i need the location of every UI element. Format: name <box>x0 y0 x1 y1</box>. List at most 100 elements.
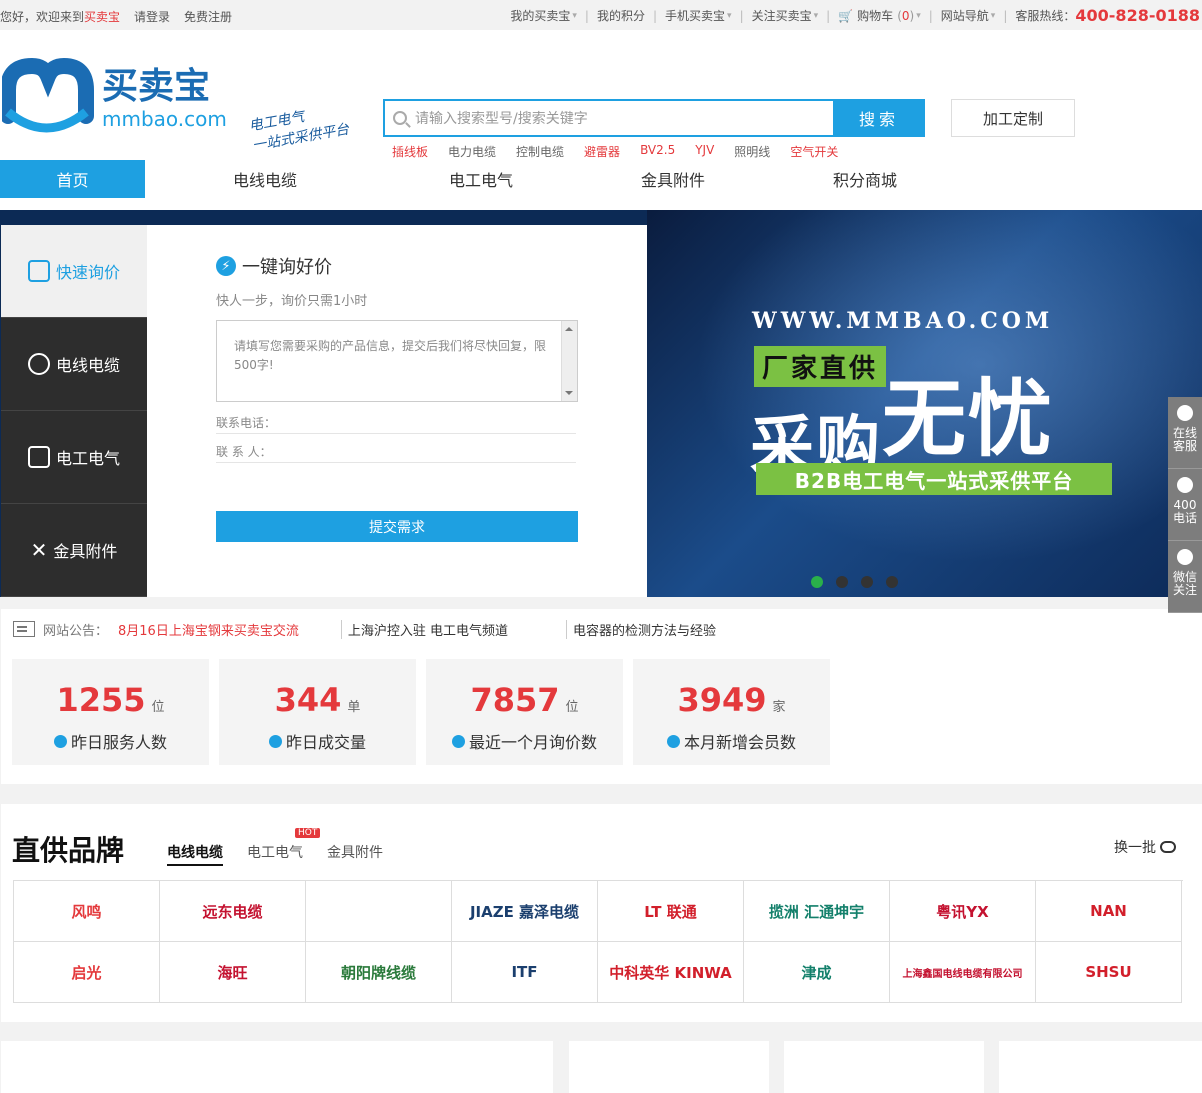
tab-wire-cable[interactable]: 电线电缆 <box>1 318 147 411</box>
brand-logo[interactable]: 风鸣 <box>14 881 160 942</box>
stats-panel: 网站公告： 8月16日上海宝钢来买卖宝交流 上海沪控入驻 电工电气频道 电容器的… <box>1 609 1202 784</box>
hotline-label: 客服热线： <box>1015 9 1076 23</box>
phone-icon <box>1177 477 1193 493</box>
main-nav: 首页 电线电缆 电工电气 金具附件 积分商城 <box>0 160 1202 210</box>
tab-fittings[interactable]: ✕ 金具附件 <box>1 504 147 597</box>
brand-logo[interactable]: 粤讯YX <box>890 881 1036 942</box>
hot-keyword[interactable]: 避雷器 <box>584 143 620 160</box>
tab-quick-inquiry[interactable]: 快速询价 <box>1 225 147 318</box>
notice-item[interactable]: 8月16日上海宝钢来买卖宝交流 <box>118 620 299 639</box>
phone-field[interactable]: 联系电话： <box>216 414 576 434</box>
online-service-button[interactable]: 在线客服 <box>1168 397 1202 469</box>
search-input[interactable]: 请输入搜索型号/搜索关键字 <box>383 99 833 137</box>
notice-icon <box>13 621 35 637</box>
svg-text:买卖宝: 买卖宝 <box>102 66 210 107</box>
product-card[interactable] <box>1 1041 553 1093</box>
carousel-dot[interactable] <box>861 576 873 588</box>
brand-name: 远东电缆 <box>202 902 263 921</box>
tab-electrical[interactable]: 电工电气 HOT <box>247 828 321 866</box>
bell-icon <box>1177 405 1193 421</box>
product-card[interactable] <box>999 1041 1202 1093</box>
hot-keyword[interactable]: 空气开关 <box>790 143 838 160</box>
brand-name: SHSU <box>1085 963 1132 981</box>
brand-name: LT 联通 <box>644 902 697 921</box>
carousel-dot[interactable] <box>886 576 898 588</box>
site-logo[interactable]: 买卖宝 mmbao.com <box>0 54 232 134</box>
brand-logo[interactable]: JIAZE 嘉泽电缆 <box>452 881 598 942</box>
hot-keyword[interactable]: 控制电缆 <box>516 143 564 160</box>
nav-fittings[interactable]: 金具附件 <box>577 160 769 198</box>
nav-home[interactable]: 首页 <box>0 160 145 198</box>
brand-logo[interactable]: 上海鑫国电线电缆有限公司 <box>890 942 1036 1003</box>
brand-logo[interactable]: 远东电缆 <box>160 881 306 942</box>
contact-field[interactable]: 联 系 人： <box>216 443 576 463</box>
welcome-text: 您好，欢迎来到 <box>0 10 85 24</box>
inquiry-form: ⚡ 一键询好价 快人一步，询价只需1小时 请填写您需要采购的产品信息，提交后我们将… <box>147 225 647 597</box>
stat-card: 1255 位 昨日服务人数 <box>12 659 209 765</box>
search-button[interactable]: 搜索 <box>833 99 925 137</box>
cart-link[interactable]: 购物车 <box>857 7 893 24</box>
brand-logo[interactable]: 海旺 <box>160 942 306 1003</box>
nav-electrical[interactable]: 电工电气 <box>385 160 577 198</box>
scrollbar[interactable] <box>561 321 577 401</box>
site-nav-link[interactable]: 网站导航 <box>941 7 989 24</box>
chevron-down-icon: ▾ <box>727 10 732 21</box>
hot-keyword[interactable]: 电力电缆 <box>448 143 496 160</box>
brand-grid: 风鸣 远东电缆 JIAZE 嘉泽电缆 LT 联通 揽洲 汇通坤宇 粤讯YX NAN 启光 海旺 朝… <box>13 880 1183 1003</box>
my-mmbao-link[interactable]: 我的买卖宝 <box>510 7 570 24</box>
brand-logo[interactable] <box>306 881 452 942</box>
brands-section: 直供品牌 电线电缆 电工电气 HOT 金具附件 换一批 风鸣 远东电缆 JIAZE 嘉… <box>1 804 1202 1022</box>
hot-badge: HOT <box>295 828 321 838</box>
my-points-link[interactable]: 我的积分 <box>597 7 645 24</box>
hot-keyword[interactable]: BV2.5 <box>640 143 675 160</box>
cable-icon <box>27 353 50 375</box>
member-icon <box>666 734 680 748</box>
svg-text:mmbao.com: mmbao.com <box>102 107 227 131</box>
yen-icon <box>268 734 282 748</box>
chevron-down-icon: ▾ <box>572 10 577 21</box>
hot-keywords: 插线板 电力电缆 控制电缆 避雷器 BV2.5 YJV 照明线 空气开关 <box>392 143 838 160</box>
carousel-dot[interactable] <box>811 576 823 588</box>
login-link[interactable]: 请登录 <box>134 8 170 25</box>
mobile-link[interactable]: 手机买卖宝 <box>665 7 725 24</box>
brand-logo[interactable]: 津成 <box>744 942 890 1003</box>
wechat-button[interactable]: 微信关注 <box>1168 541 1202 613</box>
nav-wire-cable[interactable]: 电线电缆 <box>145 160 385 198</box>
product-card[interactable] <box>784 1041 984 1093</box>
brand-logo[interactable]: 揽洲 汇通坤宇 <box>744 881 890 942</box>
inquiry-textarea[interactable]: 请填写您需要采购的产品信息，提交后我们将尽快回复，限500字! <box>216 320 578 402</box>
notice-item[interactable]: 上海沪控入驻 电工电气频道 <box>340 619 508 639</box>
chevron-down-icon: ▾ <box>813 10 819 21</box>
brand-logo[interactable]: NAN <box>1036 881 1182 942</box>
brand-logo[interactable]: ITF <box>452 942 598 1003</box>
notice-item[interactable]: 电容器的检测方法与经验 <box>565 619 716 639</box>
brand-logo[interactable]: 启光 <box>14 942 160 1003</box>
site-name-link[interactable]: 买卖宝 <box>84 10 120 24</box>
chevron-down-icon: ▾ <box>990 10 996 21</box>
register-link[interactable]: 免费注册 <box>184 8 232 25</box>
brand-logo[interactable]: SHSU <box>1036 942 1182 1003</box>
tab-electrical[interactable]: 电工电气 <box>1 411 147 504</box>
brand-name: 海旺 <box>217 963 248 982</box>
refresh-brands-button[interactable]: 换一批 <box>1114 837 1176 857</box>
product-card[interactable] <box>569 1041 769 1093</box>
carousel-dot[interactable] <box>836 576 848 588</box>
nav-points-mall[interactable]: 积分商城 <box>769 160 961 198</box>
tab-fittings[interactable]: 金具附件 <box>327 842 383 866</box>
brand-name: 中科英华 KINWA <box>609 963 732 982</box>
brand-logo[interactable]: LT 联通 <box>598 881 744 942</box>
hot-keyword[interactable]: 插线板 <box>392 143 428 160</box>
brand-name: 津成 <box>801 963 832 982</box>
banner-subline: B2B电工电气一站式采供平台 <box>756 463 1112 495</box>
hot-keyword[interactable]: 照明线 <box>734 143 770 160</box>
follow-link[interactable]: 关注买卖宝 <box>752 7 812 24</box>
brand-logo[interactable]: 中科英华 KINWA <box>598 942 744 1003</box>
header: 买卖宝 mmbao.com 电工电气 一站式采供平台 请输入搜索型号/搜索关键字… <box>0 30 1202 160</box>
phone-button[interactable]: 400电话 <box>1168 469 1202 541</box>
cart-icon[interactable]: 🛒 <box>838 9 853 23</box>
brand-logo[interactable]: 朝阳牌线缆 <box>306 942 452 1003</box>
tab-wire-cable[interactable]: 电线电缆 <box>167 842 223 866</box>
hot-keyword[interactable]: YJV <box>695 143 714 160</box>
custom-processing-button[interactable]: 加工定制 <box>951 99 1075 137</box>
submit-button[interactable]: 提交需求 <box>216 511 578 542</box>
